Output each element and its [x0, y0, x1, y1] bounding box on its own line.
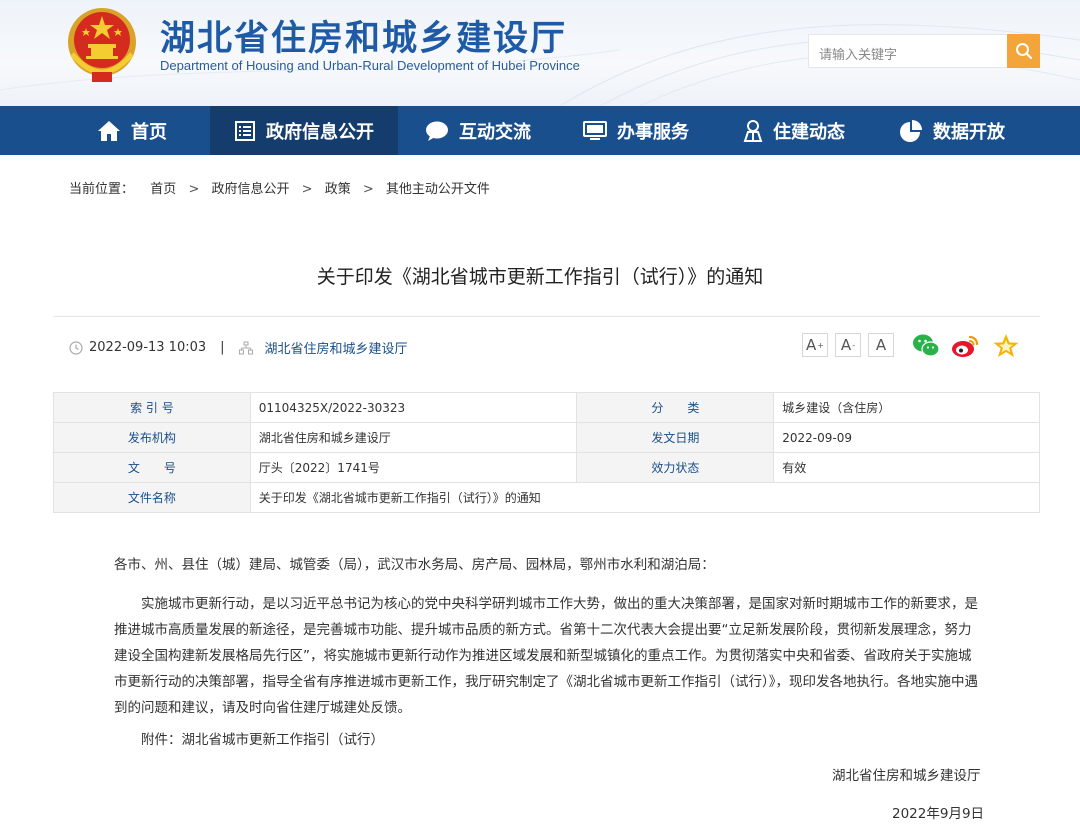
doc-number-value: 厅头〔2022〕1741号: [249, 452, 578, 483]
nav-label: 首页: [131, 121, 167, 143]
filename-label: 文件名称: [53, 482, 251, 513]
status-value: 有效: [773, 452, 1040, 483]
table-row: 文件名称 关于印发《湖北省城市更新工作指引（试行）》的通知: [53, 482, 1041, 513]
font-size-large-button[interactable]: A +: [802, 333, 828, 357]
search-icon: [1015, 43, 1032, 60]
breadcrumb-policy[interactable]: 政策: [325, 182, 351, 197]
salutation: 各市、州、县住（城）建局、城管委（局），武汉市水务局、房产局、园林局，鄂州市水利…: [114, 557, 715, 573]
issuer-label: 发布机构: [53, 422, 251, 453]
index-value: 01104325X/2022-30323: [249, 392, 578, 423]
font-size-medium-button[interactable]: A-: [835, 333, 861, 357]
publish-date: 2022-09-13 10:03: [89, 340, 207, 355]
article-meta: 2022-09-13 10:03 | 湖北省住房和城乡建设厅: [69, 338, 408, 357]
search-input[interactable]: 请输入关键字: [808, 34, 1008, 68]
monitor-icon: [583, 120, 607, 140]
search-button[interactable]: [1007, 34, 1040, 68]
publish-source: 湖北省住房和城乡建设厅: [264, 342, 408, 357]
organization-icon: [238, 341, 253, 354]
attachment-line: 附件：湖北省城市更新工作指引（试行）: [141, 732, 384, 748]
nav-item-news[interactable]: 住建动态: [724, 106, 864, 155]
index-label: 索 引 号: [53, 392, 251, 423]
breadcrumb-prefix: 当前位置：: [69, 182, 135, 197]
breadcrumb-gov-info[interactable]: 政府信息公开: [212, 182, 290, 197]
national-emblem-icon: [68, 8, 136, 82]
article-title: 关于印发《湖北省城市更新工作指引（试行）》的通知: [316, 266, 764, 288]
nav-item-interaction[interactable]: 互动交流: [408, 106, 548, 155]
meta-divider: [53, 316, 1040, 317]
table-row: 索 引 号 01104325X/2022-30323 分 类 城乡建设（含住房）: [53, 392, 1040, 423]
signature: 湖北省住房和城乡建设厅: [832, 768, 981, 784]
site-title: 湖北省住房和城乡建设厅: [160, 19, 568, 59]
doc-number-label: 文 号: [53, 452, 251, 483]
meta-separator: |: [220, 340, 225, 355]
nav-item-home[interactable]: 首页: [72, 106, 192, 155]
nav-label: 办事服务: [617, 121, 689, 143]
sign-date: 2022年9月9日: [892, 806, 985, 822]
category-label: 分 类: [576, 392, 775, 423]
main-paragraph: 实施城市更新行动，是以习近平总书记为核心的党中央科学研判城市工作大势，做出的重大…: [114, 596, 978, 716]
issue-date-value: 2022-09-09: [773, 422, 1040, 453]
breadcrumb-separator: >: [188, 182, 200, 197]
breadcrumb-home[interactable]: 首页: [150, 182, 176, 197]
filename-value: 关于印发《湖北省城市更新工作指引（试行）》的通知: [249, 482, 1041, 513]
site-subtitle: Department of Housing and Urban-Rural De…: [160, 58, 580, 73]
document-info-table: 索 引 号 01104325X/2022-30323 分 类 城乡建设（含住房）…: [53, 392, 1041, 513]
font-size-small-button[interactable]: A: [868, 333, 894, 357]
nav-item-gov-info[interactable]: 政府信息公开: [210, 106, 398, 155]
breadcrumb-separator: >: [301, 182, 313, 197]
issuer-value: 湖北省住房和城乡建设厅: [249, 422, 578, 453]
clock-icon: [69, 340, 83, 355]
weibo-share-icon[interactable]: [951, 333, 979, 359]
issue-date-label: 发文日期: [576, 422, 775, 453]
home-icon: [98, 120, 120, 141]
table-row: 文 号 厅头〔2022〕1741号 效力状态 有效: [53, 452, 1040, 483]
site-header: 湖北省住房和城乡建设厅 Department of Housing and Ur…: [0, 0, 1080, 106]
nav-label: 政府信息公开: [266, 121, 374, 143]
favorite-star-icon[interactable]: [992, 333, 1020, 359]
nav-label: 互动交流: [459, 121, 531, 143]
breadcrumb-separator: >: [362, 182, 374, 197]
pie-chart-icon: [900, 119, 922, 142]
breadcrumb-other-files[interactable]: 其他主动公开文件: [386, 182, 490, 197]
nav-label: 住建动态: [773, 121, 845, 143]
category-value: 城乡建设（含住房）: [773, 392, 1040, 423]
nav-item-services[interactable]: 办事服务: [566, 106, 706, 155]
font-size-controls: A + A- A: [802, 333, 894, 357]
nav-label: 数据开放: [933, 121, 1005, 143]
main-nav: 首页 政府信息公开 互动交流 办事服务 住建动态 数据开放: [0, 106, 1080, 155]
person-icon: [743, 119, 763, 142]
chat-bubble-icon: [426, 121, 448, 141]
wechat-share-icon[interactable]: [912, 333, 940, 359]
breadcrumb: 当前位置： 首页 > 政府信息公开 > 政策 > 其他主动公开文件: [69, 178, 490, 197]
nav-item-open-data[interactable]: 数据开放: [882, 106, 1022, 155]
table-row: 发布机构 湖北省住房和城乡建设厅 发文日期 2022-09-09: [53, 422, 1040, 453]
status-label: 效力状态: [576, 452, 775, 483]
document-list-icon: [235, 120, 255, 141]
